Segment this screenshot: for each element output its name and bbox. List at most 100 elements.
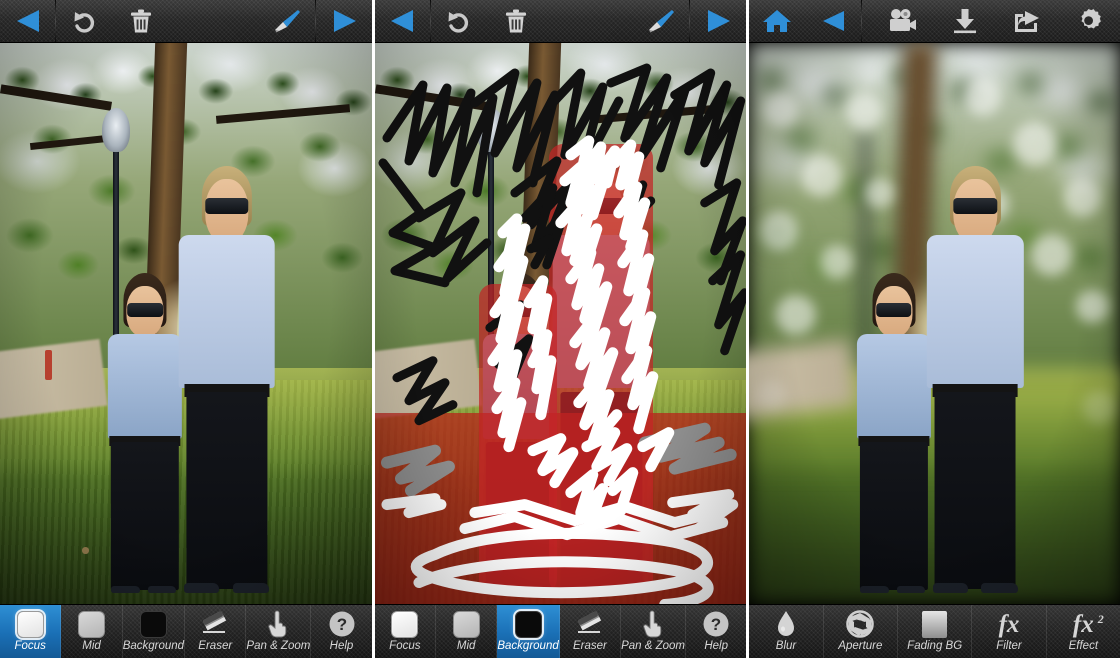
back-button[interactable]: [805, 0, 861, 42]
pants: [110, 442, 180, 590]
forward-button[interactable]: [316, 0, 372, 42]
delete-button[interactable]: [486, 0, 546, 42]
undo-button[interactable]: [431, 0, 486, 42]
tool-label: Eraser: [572, 640, 607, 652]
boy-older: [178, 166, 276, 593]
distant-person: [44, 350, 52, 380]
save-button[interactable]: [934, 0, 996, 42]
top-toolbar-panel2: [374, 0, 747, 43]
tool-label: Aperture: [838, 640, 883, 652]
forward-button[interactable]: [690, 0, 746, 42]
top-toolbar-panel3: [749, 0, 1120, 43]
home-button[interactable]: [749, 0, 805, 42]
gray-swatch-icon: [78, 609, 106, 639]
brush-button[interactable]: [257, 0, 315, 42]
svg-text:?: ?: [711, 615, 721, 634]
back-button[interactable]: [0, 0, 55, 42]
pants: [859, 442, 928, 590]
tool-eraser[interactable]: Eraser: [185, 605, 247, 658]
fx-glyph: fx: [1072, 610, 1094, 638]
tool-effect[interactable]: fx 2 Effect: [1047, 605, 1120, 658]
tool-aperture[interactable]: Aperture: [824, 605, 898, 658]
photo-canvas-original[interactable]: [0, 43, 372, 604]
sunglasses: [127, 303, 163, 318]
tool-label: Eraser: [198, 640, 233, 652]
tool-pan-zoom[interactable]: Pan & Zoom: [246, 605, 312, 658]
triangle-left-icon: [823, 11, 845, 31]
photo-blurred: [749, 43, 1120, 604]
bokeh-highlight: [1075, 289, 1109, 324]
sunglasses: [953, 197, 998, 215]
bokeh-highlight: [864, 177, 894, 209]
triangle-left-icon: [16, 10, 39, 32]
panel-focus-selection: Focus Mid Background Eraser Pan & Zoom ?…: [0, 0, 372, 658]
bottom-toolbar-panel1: Focus Mid Background Eraser Pan & Zoom ?…: [0, 604, 372, 658]
pants: [934, 392, 1016, 589]
tool-mid[interactable]: Mid: [61, 605, 123, 658]
tool-help[interactable]: ? Help: [311, 605, 371, 658]
afterfocus-triptych: Focus Mid Background Eraser Pan & Zoom ?…: [0, 0, 1120, 658]
tool-label: Background: [497, 640, 559, 652]
bokeh-highlight: [964, 76, 1002, 116]
tool-mid[interactable]: Mid: [436, 605, 498, 658]
gear-icon: [1081, 9, 1101, 29]
undo-arrow-icon: [74, 12, 94, 33]
black-swatch-icon: [139, 609, 167, 639]
undo-arrow-icon: [448, 12, 469, 33]
home-icon: [763, 10, 792, 32]
shirt: [178, 234, 276, 389]
bokeh-highlight: [801, 155, 842, 198]
tool-blur[interactable]: Blur: [749, 605, 824, 658]
black-swatch-icon: [514, 609, 542, 639]
boy-younger: [107, 273, 183, 593]
pointing-hand-icon: [643, 610, 662, 638]
tool-focus[interactable]: Focus: [0, 605, 62, 658]
tool-background[interactable]: Background: [123, 605, 186, 658]
white-swatch-icon: [391, 609, 419, 639]
question-mark-circle-icon: ?: [329, 611, 354, 637]
share-button[interactable]: [996, 0, 1058, 42]
undo-button[interactable]: [56, 0, 111, 42]
brush-button[interactable]: [631, 0, 689, 42]
gradient-swatch-icon: [922, 609, 948, 639]
tool-eraser[interactable]: Eraser: [560, 605, 622, 658]
share-arrow-icon: [1015, 11, 1040, 32]
shirt: [107, 333, 183, 440]
shirt: [856, 333, 931, 440]
shoe: [933, 583, 968, 593]
question-mark-circle-icon: ?: [703, 611, 729, 637]
tool-fading-bg[interactable]: Fading BG: [898, 605, 973, 658]
tool-label: Mid: [456, 640, 476, 652]
shoe: [110, 585, 141, 593]
tool-help[interactable]: ? Help: [686, 605, 746, 658]
back-button[interactable]: [375, 0, 430, 42]
fx-glyph-wrapper: fx 2: [1072, 610, 1104, 638]
bottom-toolbar-panel2: Focus Mid Background Eraser Pan & Zoom ?…: [374, 604, 747, 658]
bokeh-highlight: [760, 211, 798, 251]
tool-label: Filter: [996, 640, 1022, 652]
panel-blur-result: Blur Aperture Fading BG fx Filter fx 2 E…: [749, 0, 1120, 658]
tool-filter[interactable]: fx Filter: [972, 605, 1047, 658]
mask-strokes: [378, 63, 747, 604]
photo-canvas-result[interactable]: [749, 43, 1120, 604]
shoe: [232, 583, 270, 593]
delete-button[interactable]: [111, 0, 171, 42]
photo-with-mask: [374, 43, 747, 604]
triangle-left-icon: [391, 10, 414, 32]
tool-pan-zoom[interactable]: Pan & Zoom: [621, 605, 686, 658]
shoe: [859, 585, 890, 593]
settings-button[interactable]: [1058, 0, 1120, 42]
shoe: [147, 585, 177, 593]
tool-label: Focus: [14, 640, 46, 652]
bokeh-highlight: [1012, 121, 1057, 167]
video-button[interactable]: [872, 0, 934, 42]
tool-background[interactable]: Background: [497, 605, 560, 658]
fx-squared-icon: fx 2: [1072, 609, 1104, 639]
photo-canvas-mask[interactable]: [374, 43, 747, 604]
tool-label: Effect: [1068, 640, 1099, 652]
tool-label: Help: [704, 640, 728, 652]
tool-focus[interactable]: Focus: [375, 605, 437, 658]
tool-label: Fading BG: [907, 640, 963, 652]
bokeh-highlight: [775, 295, 817, 335]
fx-superscript: 2: [1097, 611, 1104, 626]
